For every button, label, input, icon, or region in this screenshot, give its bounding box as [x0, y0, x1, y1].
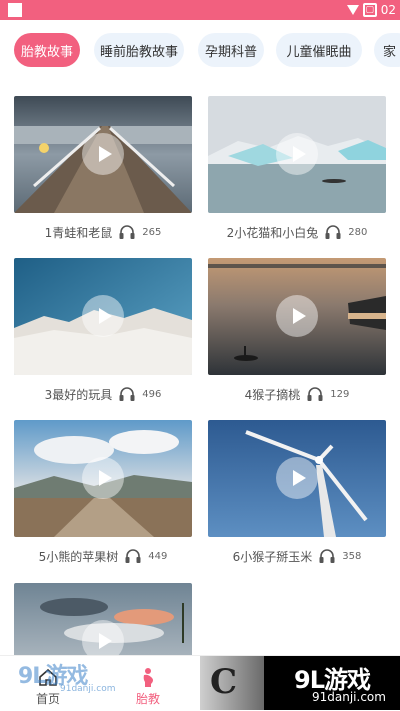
headphones-icon — [324, 224, 342, 240]
story-meta: 4猴子摘桃 129 — [208, 384, 386, 404]
play-icon — [292, 146, 306, 162]
play-button[interactable] — [276, 133, 318, 175]
story-title: 6小猴子掰玉米 — [232, 549, 313, 564]
screenshot-icon: ▢ — [362, 3, 377, 17]
story-thumbnail — [14, 96, 192, 213]
story-meta: 3最好的玩具 496 — [14, 384, 192, 404]
play-count: 265 — [142, 226, 162, 238]
tab-label: 儿童催眠曲 — [286, 44, 352, 60]
signal-icon — [346, 5, 359, 15]
story-thumbnail — [208, 420, 386, 537]
nav-label: 胎教 — [135, 692, 160, 706]
story-meta: 1青蛙和老鼠 265 — [14, 222, 192, 242]
story-card[interactable]: 1青蛙和老鼠 265 — [14, 96, 192, 246]
watermark-url: 91danji.com — [312, 690, 386, 704]
story-title: 4猴子摘桃 — [244, 387, 301, 402]
story-meta: 6小猴子掰玉米 358 — [208, 546, 386, 566]
story-card[interactable]: 5小熊的苹果树 449 — [14, 420, 192, 570]
watermark-url: 91danji.com — [60, 684, 116, 694]
headphones-icon — [306, 386, 324, 402]
headphones-icon — [118, 386, 136, 402]
story-thumbnail — [14, 258, 192, 375]
story-card[interactable]: 2小花猫和小白兔 280 — [208, 96, 386, 246]
play-count: 449 — [148, 550, 168, 562]
tab-label: 睡前胎教故事 — [99, 44, 178, 60]
play-icon — [98, 470, 112, 486]
play-button[interactable] — [82, 295, 124, 337]
story-meta: 2小花猫和小白兔 280 — [208, 222, 386, 242]
story-card[interactable]: 3最好的玩具 496 — [14, 258, 192, 408]
tab-more[interactable]: 家 — [374, 33, 400, 67]
notification-icon — [8, 3, 22, 17]
play-count: 358 — [342, 550, 362, 562]
play-icon — [98, 146, 112, 162]
c-logo-icon: C — [200, 656, 264, 710]
story-thumbnail — [208, 96, 386, 213]
play-button[interactable] — [82, 133, 124, 175]
mother-icon — [143, 668, 153, 687]
story-card[interactable] — [14, 583, 192, 655]
watermark-left: 9L游戏 91danji.com — [0, 656, 120, 706]
story-title: 1青蛙和老鼠 — [44, 225, 113, 240]
nav-fetal-education[interactable]: 胎教 — [108, 656, 188, 711]
play-count: 496 — [142, 388, 162, 400]
story-meta: 5小熊的苹果树 449 — [14, 546, 192, 566]
watermark-right: C 9L游戏 91danji.com — [200, 656, 400, 710]
play-button[interactable] — [82, 620, 124, 655]
story-thumbnail — [14, 583, 192, 655]
status-bar: ▢ 02 — [0, 0, 400, 20]
headphones-icon — [124, 548, 142, 564]
play-icon — [292, 470, 306, 486]
play-icon — [98, 633, 112, 649]
story-thumbnail — [208, 258, 386, 375]
status-indicators: ▢ 02 — [346, 0, 396, 20]
play-button[interactable] — [276, 457, 318, 499]
story-title: 5小熊的苹果树 — [38, 549, 119, 564]
tab-pregnancy-science[interactable]: 孕期科普 — [198, 33, 264, 67]
story-card[interactable]: 4猴子摘桃 129 — [208, 258, 386, 408]
story-title: 2小花猫和小白兔 — [226, 225, 319, 240]
story-title: 3最好的玩具 — [44, 387, 113, 402]
tab-lullabies[interactable]: 儿童催眠曲 — [276, 33, 362, 67]
play-count: 280 — [348, 226, 368, 238]
tab-bedtime-stories[interactable]: 睡前胎教故事 — [94, 33, 184, 67]
category-tabs: 胎教故事 睡前胎教故事 孕期科普 儿童催眠曲 家 — [0, 33, 400, 69]
headphones-icon — [118, 224, 136, 240]
headphones-icon — [318, 548, 336, 564]
tab-fetal-stories[interactable]: 胎教故事 — [14, 33, 80, 67]
play-icon — [98, 308, 112, 324]
play-icon — [292, 308, 306, 324]
play-button[interactable] — [82, 457, 124, 499]
play-button[interactable] — [276, 295, 318, 337]
story-card[interactable]: 6小猴子掰玉米 358 — [208, 420, 386, 570]
play-count: 129 — [330, 388, 350, 400]
status-time: 02 — [380, 3, 396, 17]
tab-label: 孕期科普 — [204, 44, 257, 60]
tab-label: 胎教故事 — [20, 44, 73, 60]
tab-label: 家 — [383, 44, 397, 60]
story-thumbnail — [14, 420, 192, 537]
